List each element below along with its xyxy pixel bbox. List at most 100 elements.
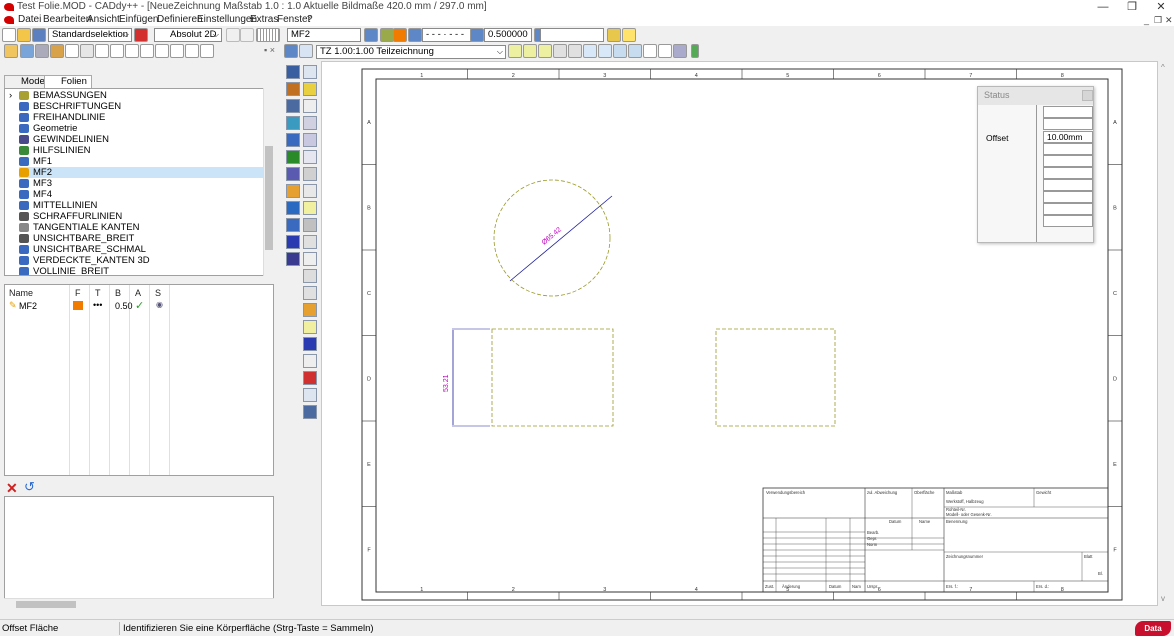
layer-select[interactable]: MF2 [287, 28, 361, 42]
tool-5-icon[interactable] [110, 44, 124, 58]
tree-scroll-thumb[interactable] [265, 146, 273, 250]
color-swatch-icon[interactable] [393, 28, 407, 42]
text-tool-icon[interactable] [286, 201, 300, 215]
new-file-icon[interactable] [2, 28, 16, 42]
extra-tool-icon[interactable] [303, 303, 317, 317]
zoom-in-icon[interactable] [583, 44, 597, 58]
refresh-icon[interactable]: ↺ [24, 479, 35, 495]
snap-icon[interactable] [134, 28, 148, 42]
tool-2-icon[interactable] [35, 44, 49, 58]
select-2-icon[interactable] [303, 269, 317, 283]
tree-item-mf2[interactable]: MF2 [19, 167, 263, 178]
layer-tool-icon[interactable] [286, 184, 300, 198]
print-icon[interactable] [284, 44, 298, 58]
linetype-stack-icon[interactable] [408, 28, 422, 42]
pan-hand-icon[interactable] [568, 44, 582, 58]
view-icon[interactable] [643, 44, 657, 58]
eye-icon[interactable]: ◉ [156, 300, 163, 309]
tree-item-mf1[interactable]: MF1 [19, 156, 263, 167]
zoom-tool-icon[interactable] [303, 167, 317, 181]
pencil-tool-icon[interactable] [286, 82, 300, 96]
polyline-icon[interactable] [303, 286, 317, 300]
edit-icon[interactable] [303, 99, 317, 113]
redo-icon[interactable] [240, 28, 254, 42]
check-icon[interactable]: ✓ [135, 299, 144, 312]
circle-tool-icon[interactable] [303, 133, 317, 147]
status-panel-close-button[interactable] [1082, 90, 1093, 101]
mdi-minimize-button[interactable]: _ [1144, 15, 1149, 25]
rectangle-geometry-2[interactable] [715, 328, 836, 427]
text-size-icon[interactable] [303, 218, 317, 232]
tree-item-vollinie-breit[interactable]: VOLLINIE_BREIT [19, 266, 263, 275]
dimension-tool-icon[interactable] [286, 133, 300, 147]
arc-icon[interactable] [303, 116, 317, 130]
scroll-down-icon[interactable]: v [1161, 594, 1165, 603]
minimize-button[interactable]: — [1092, 0, 1114, 14]
tree-item-mf3[interactable]: MF3 [19, 178, 263, 189]
zoom-tool-2-icon[interactable] [523, 44, 537, 58]
tool-icon[interactable] [303, 201, 317, 215]
coord-mode-select[interactable]: Absolut 2D ⌵ [154, 28, 222, 42]
tree-item-beschriftungen[interactable]: BESCHRIFTUNGEN [19, 101, 263, 112]
monitor-icon[interactable] [673, 44, 687, 58]
tree-item-unsichtbare-breit[interactable]: UNSICHTBARE_BREIT [19, 233, 263, 244]
output-scroll-thumb[interactable] [16, 601, 76, 608]
tree-item-tangentiale-kanten[interactable]: TANGENTIALE KANTEN [19, 222, 263, 233]
layer-light-icon[interactable] [380, 28, 394, 42]
line-icon[interactable] [140, 44, 154, 58]
tree-item-verdeckte-kanten-3d[interactable]: VERDECKTE_KANTEN 3D [19, 255, 263, 266]
extra-tool-icon[interactable] [303, 388, 317, 402]
measure-icon[interactable] [286, 116, 300, 130]
menu-ansicht[interactable]: Ansicht [87, 14, 120, 26]
traffic-light-icon[interactable] [691, 44, 699, 58]
zoom-tool-3-icon[interactable] [538, 44, 552, 58]
menu-definieren[interactable]: Definieren [157, 14, 203, 26]
tree-item-bemassungen[interactable]: BEMASSUNGEN › [9, 90, 263, 101]
zoom-all-icon[interactable] [613, 44, 627, 58]
delete-icon[interactable]: ✕ [6, 480, 18, 497]
open-folder-icon[interactable] [17, 28, 31, 42]
tree-item-freihandlinie[interactable]: FREIHANDLINIE [19, 112, 263, 123]
rectangle-geometry-1[interactable] [491, 328, 614, 427]
menu-fenster[interactable]: Fenster [277, 14, 311, 26]
tab-folien[interactable]: Folien [44, 75, 92, 89]
menu-einfuegen[interactable]: Einfügen [119, 14, 158, 26]
layer-stack-icon[interactable] [364, 28, 378, 42]
tree-item-unsichtbare-schmal[interactable]: UNSICHTBARE_SCHMAL [19, 244, 263, 255]
select-arrow-icon[interactable] [286, 65, 300, 79]
line-width-input[interactable]: 0.500000 [484, 28, 532, 42]
selection-mode-select[interactable]: Standardselektion ⌵ [48, 28, 132, 42]
offset-input[interactable]: 10.00mm [1043, 131, 1093, 143]
tree-item-hilfslinien[interactable]: HILFSLINIEN [19, 145, 263, 156]
hatch-tool-icon[interactable] [95, 44, 109, 58]
pen-tool-icon[interactable] [299, 44, 313, 58]
part-icon[interactable] [185, 44, 199, 58]
prop-row[interactable]: ✎ MF2 ••• 0.50 ✓ ◉ [9, 300, 271, 312]
light-bulb-icon[interactable] [622, 28, 636, 42]
select-2-icon[interactable] [303, 65, 317, 79]
grid-view-icon[interactable] [200, 44, 214, 58]
info-icon[interactable] [286, 235, 300, 249]
style-input[interactable] [540, 28, 604, 42]
extra-tool-icon[interactable] [303, 337, 317, 351]
cross-icon[interactable] [125, 44, 139, 58]
mdi-close-button[interactable]: ✕ [1165, 15, 1173, 26]
scroll-up-icon[interactable]: ^ [1161, 63, 1165, 72]
menu-datei[interactable]: Datei [18, 14, 41, 26]
tree-item-schraffurlinien[interactable]: SCHRAFFURLINIEN [19, 211, 263, 222]
maximize-button[interactable]: ❐ [1121, 0, 1143, 14]
zoom-window-icon[interactable] [553, 44, 567, 58]
extra-tool-icon[interactable] [303, 320, 317, 334]
menu-extras[interactable]: Extras [250, 14, 278, 26]
tool-7-icon[interactable] [170, 44, 184, 58]
screen-icon[interactable] [658, 44, 672, 58]
eraser-icon[interactable] [286, 252, 300, 266]
tool-1-icon[interactable] [20, 44, 34, 58]
close-button[interactable]: ✕ [1150, 0, 1172, 14]
menu-einstellungen[interactable]: Einstellungen [197, 14, 257, 26]
save-icon[interactable] [32, 28, 46, 42]
tree-item-gewindelinien[interactable]: GEWINDELINIEN [19, 134, 263, 145]
mdi-restore-button[interactable]: ❐ [1154, 15, 1162, 26]
filter-icon[interactable] [303, 252, 317, 266]
menu-bearbeiten[interactable]: Bearbeiten [43, 14, 91, 26]
